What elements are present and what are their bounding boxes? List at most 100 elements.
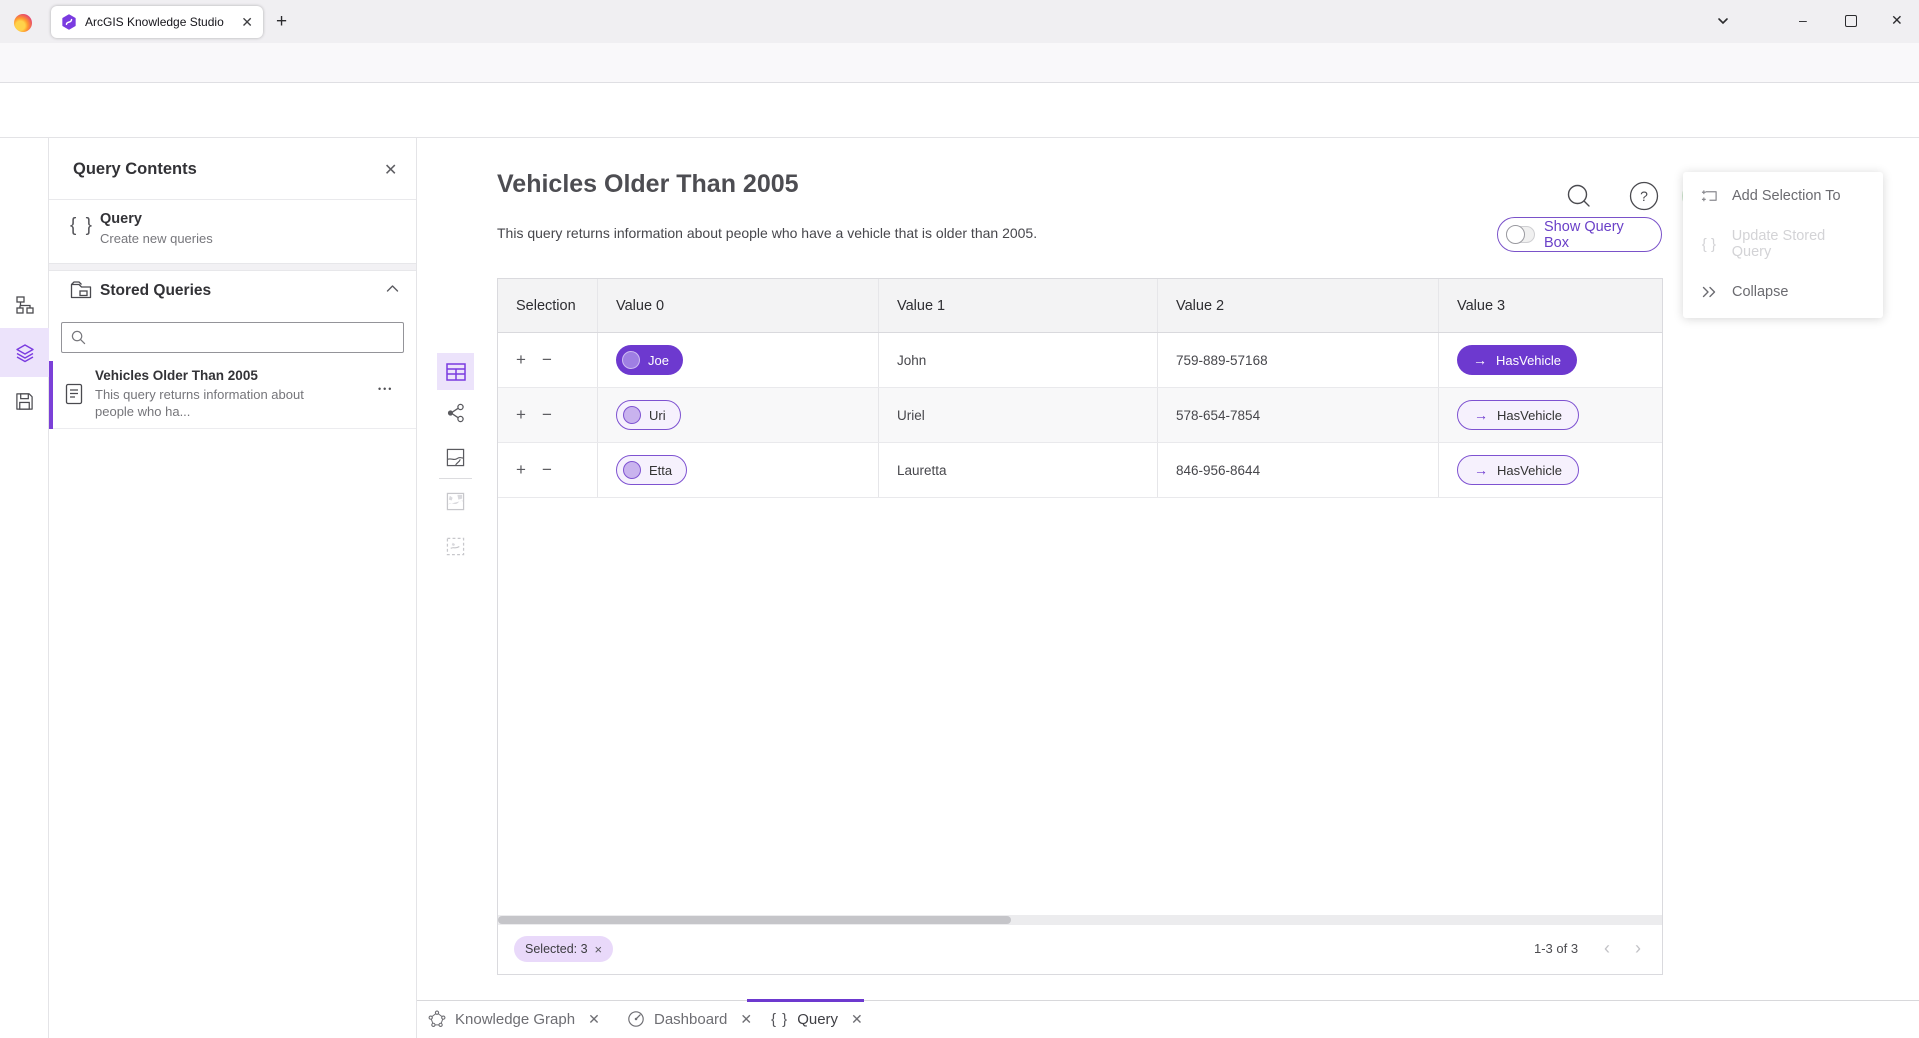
link-analysis-icon — [446, 403, 466, 423]
entity-pill[interactable]: Etta — [616, 455, 687, 485]
tab-close-icon[interactable]: ✕ — [241, 14, 253, 31]
show-query-box-toggle[interactable]: Show Query Box — [1497, 217, 1662, 252]
firefox-icon[interactable] — [14, 14, 32, 32]
tab-list-dropdown-icon[interactable] — [1716, 14, 1730, 28]
close-tab-icon[interactable]: ✕ — [588, 1011, 600, 1028]
next-page-button[interactable]: › — [1624, 934, 1652, 962]
scrollbar-thumb[interactable] — [498, 916, 1011, 924]
window-close-button[interactable]: ✕ — [1891, 12, 1903, 29]
new-tab-button[interactable]: + — [276, 12, 287, 31]
clear-selection-icon[interactable]: × — [595, 942, 603, 957]
arrow-right-icon: → — [1474, 462, 1488, 478]
query-item-title: Query — [100, 211, 142, 227]
stored-query-doc-icon — [64, 383, 84, 405]
map-icon — [446, 448, 465, 467]
panel-title: Query Contents — [73, 160, 197, 179]
table-row[interactable]: + − Joe John 759-889-57168 →HasVehicle — [498, 333, 1662, 388]
svg-text:?: ? — [1640, 188, 1648, 204]
previous-page-button[interactable]: ‹ — [1593, 934, 1621, 962]
window-minimize-button[interactable]: – — [1799, 12, 1807, 28]
rail-contents-button[interactable] — [0, 328, 49, 377]
table-icon — [446, 363, 466, 381]
row-select-remove-button[interactable]: − — [542, 460, 552, 480]
menu-item-add-selection-to[interactable]: Add Selection To — [1683, 172, 1883, 220]
tab-knowledge-graph[interactable]: Knowledge Graph ✕ — [428, 1000, 600, 1038]
value2-cell: 578-654-7854 — [1158, 388, 1439, 442]
column-header-value1[interactable]: Value 1 — [879, 279, 1158, 332]
rail-save-button[interactable] — [0, 377, 49, 426]
row-select-add-button[interactable]: + — [516, 350, 526, 370]
table-row[interactable]: + − Etta Lauretta 846-956-8644 →HasVehic… — [498, 443, 1662, 498]
browser-tab[interactable]: ArcGIS Knowledge Studio ✕ — [51, 6, 263, 38]
selection-extent-button[interactable] — [437, 528, 474, 565]
toolbar-divider — [439, 478, 472, 479]
query-results-table: Selection Value 0 Value 1 Value 2 Value … — [497, 278, 1663, 975]
page-subtitle: This query returns information about peo… — [497, 225, 1037, 241]
table-row[interactable]: + − Uri Uriel 578-654-7854 →HasVehicle — [498, 388, 1662, 443]
braces-icon: { } — [70, 215, 94, 237]
menu-item-update-stored-query[interactable]: { } Update Stored Query — [1683, 220, 1883, 268]
chevron-up-icon[interactable] — [386, 284, 399, 293]
tab-query[interactable]: { } Query ✕ — [771, 1000, 863, 1038]
close-tab-icon[interactable]: ✕ — [851, 1011, 863, 1028]
application-window: ArcGIS Knowledge Studio ✕ + – ✕ https — [0, 0, 1919, 1038]
selected-count-chip[interactable]: Selected: 3 × — [514, 936, 613, 962]
stored-queries-title: Stored Queries — [100, 282, 211, 300]
entity-dot-icon — [622, 351, 640, 369]
search-button[interactable] — [1562, 179, 1596, 213]
add-selection-icon — [1699, 188, 1719, 205]
arrow-right-icon: → — [1473, 352, 1487, 368]
rail-data-model-button[interactable] — [0, 280, 49, 329]
stored-queries-search-input[interactable] — [61, 322, 404, 353]
page-title: Vehicles Older Than 2005 — [497, 170, 799, 199]
view-table-button[interactable] — [437, 353, 474, 390]
column-header-value2[interactable]: Value 2 — [1158, 279, 1439, 332]
stored-query-options-button[interactable]: ••• — [378, 384, 393, 394]
table-footer: Selected: 3 × 1-3 of 3 ‹ › — [498, 925, 1662, 974]
row-select-add-button[interactable]: + — [516, 460, 526, 480]
double-chevron-right-icon — [1699, 286, 1719, 298]
view-map-button[interactable] — [437, 439, 474, 476]
add-to-map-button[interactable] — [437, 483, 474, 520]
panel-close-button[interactable]: ✕ — [384, 160, 397, 180]
table-header-row: Selection Value 0 Value 1 Value 2 Value … — [498, 279, 1662, 333]
column-header-value3[interactable]: Value 3 — [1439, 279, 1662, 332]
search-icon — [71, 330, 86, 345]
map-layers-icon — [446, 492, 465, 511]
folder-icon — [70, 280, 92, 300]
toggle-knob — [1506, 225, 1525, 244]
panel-section-divider — [49, 263, 416, 271]
menu-item-collapse[interactable]: Collapse — [1683, 268, 1883, 316]
dashboard-gauge-icon — [627, 1010, 645, 1028]
horizontal-scrollbar[interactable] — [498, 915, 1662, 925]
tab-title: ArcGIS Knowledge Studio — [85, 15, 233, 29]
column-header-value0[interactable]: Value 0 — [598, 279, 879, 332]
row-select-remove-button[interactable]: − — [542, 405, 552, 425]
row-select-remove-button[interactable]: − — [542, 350, 552, 370]
close-tab-icon[interactable]: ✕ — [740, 1011, 752, 1028]
relationship-pill[interactable]: →HasVehicle — [1457, 345, 1577, 375]
stored-query-title: Vehicles Older Than 2005 — [95, 368, 258, 383]
tab-dashboard[interactable]: Dashboard ✕ — [627, 1000, 752, 1038]
layers-icon — [15, 343, 35, 363]
entity-pill[interactable]: Uri — [616, 400, 681, 430]
row-select-add-button[interactable]: + — [516, 405, 526, 425]
window-maximize-button[interactable] — [1845, 15, 1857, 27]
entity-dot-icon — [623, 406, 641, 424]
braces-icon: { } — [771, 1011, 788, 1028]
value1-cell: John — [879, 333, 1158, 387]
entity-dot-icon — [623, 461, 641, 479]
help-button[interactable]: ? — [1627, 179, 1661, 213]
value1-cell: Uriel — [879, 388, 1158, 442]
relationship-pill[interactable]: →HasVehicle — [1457, 400, 1579, 430]
entity-pill[interactable]: Joe — [616, 345, 683, 375]
active-tab-indicator — [747, 999, 864, 1002]
toggle-switch[interactable] — [1506, 226, 1535, 243]
tab-favicon-icon — [61, 14, 77, 30]
view-link-chart-button[interactable] — [437, 394, 474, 431]
value2-cell: 759-889-57168 — [1158, 333, 1439, 387]
relationship-pill[interactable]: →HasVehicle — [1457, 455, 1579, 485]
knowledge-graph-icon — [428, 1010, 446, 1028]
hierarchy-icon — [15, 295, 35, 315]
column-header-selection[interactable]: Selection — [498, 279, 598, 332]
